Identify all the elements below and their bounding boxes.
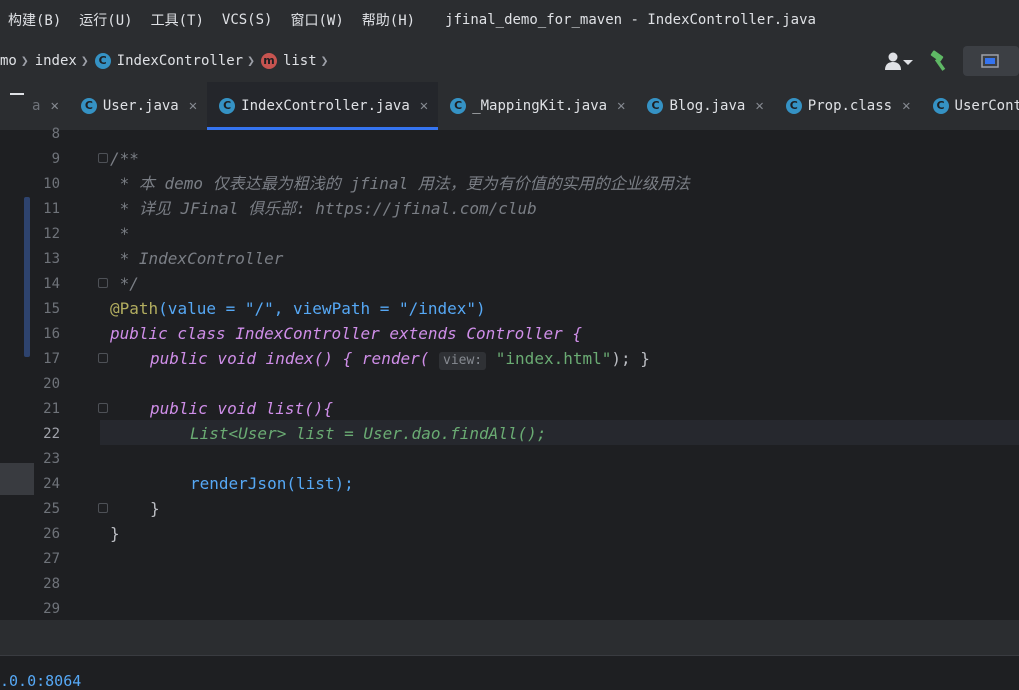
breadcrumb-method[interactable]: m list ❯ — [260, 53, 335, 69]
line-number: 8 — [51, 126, 60, 142]
line-number: 20 — [43, 376, 60, 392]
tool-window-bar — [0, 620, 1019, 655]
close-icon[interactable]: ✕ — [755, 98, 763, 114]
menu-build[interactable]: 构建(B) — [0, 10, 71, 30]
class-file-icon: C — [785, 98, 802, 114]
window-icon — [981, 54, 999, 68]
close-icon[interactable]: ✕ — [617, 98, 625, 114]
editor-tab-bar: a ✕ C User.java ✕ C IndexController.java… — [0, 82, 1019, 130]
code-line: /** — [110, 149, 139, 168]
line-number: 27 — [43, 551, 60, 567]
close-icon[interactable]: ✕ — [189, 98, 197, 114]
tab-blog-java[interactable]: C Blog.java ✕ — [635, 82, 773, 130]
breadcrumb-class[interactable]: C IndexController ❯ — [94, 53, 261, 69]
navigation-bar: mo ❯ index ❯ C IndexController ❯ m list ❯ — [0, 40, 1019, 82]
fold-icon[interactable] — [98, 278, 108, 288]
tab-mappingkit-java[interactable]: C _MappingKit.java ✕ — [438, 82, 635, 130]
class-icon: C — [80, 98, 97, 114]
line-number: 9 — [51, 151, 60, 167]
build-hammer-icon[interactable] — [929, 50, 951, 72]
tab-indexcontroller-java[interactable]: C IndexController.java ✕ — [207, 82, 439, 130]
code-line: */ — [110, 274, 139, 293]
code-line: * 详见 JFinal 俱乐部: https://jfinal.com/club — [110, 199, 537, 218]
close-icon[interactable]: ✕ — [902, 98, 910, 114]
menu-window[interactable]: 窗口(W) — [282, 10, 353, 30]
code-line: @Path(value = "/", viewPath = "/index") — [110, 299, 486, 318]
code-line: * IndexController — [110, 249, 284, 268]
code-line: * — [110, 224, 130, 243]
line-number: 28 — [43, 576, 60, 592]
tab-user-java[interactable]: C User.java ✕ — [69, 82, 207, 130]
minimize-icon[interactable] — [10, 93, 24, 95]
line-number-current: 22 — [43, 426, 60, 442]
code-line: public class IndexController extends Con… — [110, 324, 583, 343]
parameter-hint: view: — [439, 352, 487, 370]
breadcrumb-package[interactable]: index ❯ — [35, 53, 95, 69]
line-number: 12 — [43, 226, 60, 242]
method-icon: m — [260, 53, 277, 69]
line-number: 14 — [43, 276, 60, 292]
menu-run[interactable]: 运行(U) — [71, 10, 142, 30]
tab-usercontroller[interactable]: C UserContro — [921, 82, 1019, 130]
menu-tools[interactable]: 工具(T) — [143, 10, 214, 30]
line-number: 25 — [43, 501, 60, 517]
code-line: public void list(){ — [150, 399, 334, 418]
breadcrumb-project[interactable]: mo ❯ — [0, 53, 35, 69]
fold-icon[interactable] — [98, 353, 108, 363]
close-icon[interactable]: ✕ — [420, 98, 428, 114]
run-config-button[interactable] — [963, 46, 1019, 76]
line-number: 17 — [43, 351, 60, 367]
fold-icon[interactable] — [98, 153, 108, 163]
window-title: jfinal_demo_for_maven - IndexController.… — [445, 12, 816, 28]
gutter-highlight — [0, 463, 34, 495]
class-icon: C — [647, 98, 664, 114]
console-output: .0.0:8064 — [0, 672, 82, 690]
user-dropdown-icon[interactable] — [883, 50, 919, 72]
fold-icon[interactable] — [98, 403, 108, 413]
code-line: renderJson(list); — [190, 474, 354, 493]
chevron-right-icon: ❯ — [247, 53, 255, 69]
line-number: 29 — [43, 601, 60, 617]
line-number: 24 — [43, 476, 60, 492]
class-icon: C — [450, 98, 467, 114]
code-line-current: List<User> list = User.dao.findAll(); — [190, 424, 547, 443]
class-icon: C — [219, 98, 236, 114]
toolbar-right — [883, 40, 1019, 82]
class-icon: C — [932, 98, 949, 114]
line-number: 13 — [43, 251, 60, 267]
class-icon: C — [94, 53, 111, 69]
line-number: 21 — [43, 401, 60, 417]
chevron-right-icon: ❯ — [320, 53, 329, 69]
fold-icon[interactable] — [98, 503, 108, 513]
line-number: 15 — [43, 301, 60, 317]
line-number: 11 — [43, 201, 60, 217]
tab-prop-class[interactable]: C Prop.class ✕ — [774, 82, 921, 130]
close-icon[interactable]: ✕ — [50, 98, 58, 114]
menu-vcs[interactable]: VCS(S) — [214, 12, 283, 28]
code-line: } — [150, 499, 160, 518]
line-number: 10 — [43, 176, 60, 192]
code-line: public void index() { render( view: "ind… — [150, 349, 650, 370]
chevron-right-icon: ❯ — [20, 53, 29, 69]
line-number: 26 — [43, 526, 60, 542]
code-line: * 本 demo 仅表达最为粗浅的 jfinal 用法，更为有价值的实用的企业级… — [110, 174, 690, 193]
line-number: 16 — [43, 326, 60, 342]
code-line: } — [110, 524, 120, 543]
run-console-panel — [0, 655, 1019, 690]
line-number: 23 — [43, 451, 60, 467]
chevron-right-icon: ❯ — [80, 53, 89, 69]
menu-help[interactable]: 帮助(H) — [354, 10, 425, 30]
tab-hidden-a[interactable]: a ✕ — [0, 82, 69, 130]
menu-bar: 构建(B) 运行(U) 工具(T) VCS(S) 窗口(W) 帮助(H) jfi… — [0, 0, 1019, 40]
